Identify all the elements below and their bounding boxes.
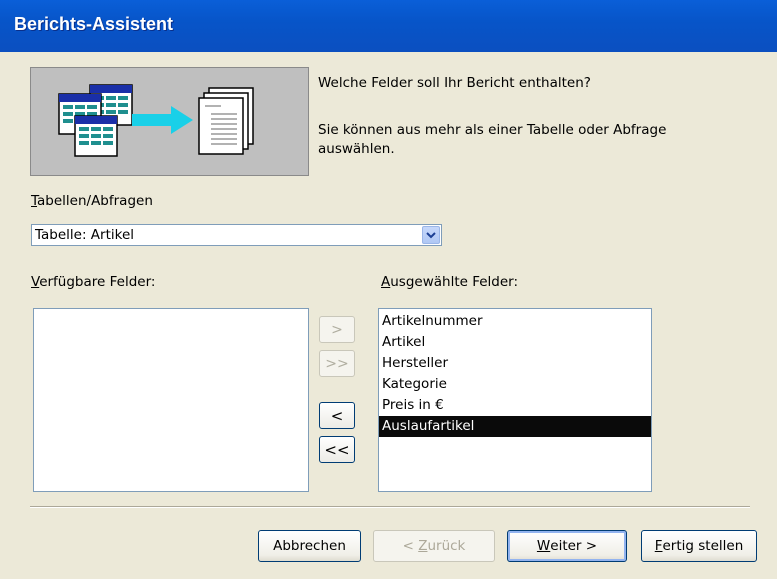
list-item[interactable]: Hersteller bbox=[379, 353, 651, 374]
chevron-down-icon[interactable] bbox=[422, 226, 440, 244]
cancel-button-label: Abbrechen bbox=[273, 538, 346, 554]
list-item[interactable]: Preis in € bbox=[379, 395, 651, 416]
window-title: Berichts-Assistent bbox=[14, 14, 174, 34]
finish-button-accesskey: F bbox=[654, 538, 663, 554]
wizard-question: Welche Felder soll Ihr Bericht enthalten… bbox=[318, 75, 591, 91]
back-button[interactable]: < Zurück bbox=[373, 530, 495, 562]
cancel-button[interactable]: Abbrechen bbox=[258, 530, 361, 562]
next-button[interactable]: Weiter > bbox=[507, 530, 627, 562]
finish-button-label: ertig stellen bbox=[662, 538, 744, 554]
add-field-button[interactable]: > bbox=[319, 316, 355, 343]
tables-to-report-icon bbox=[58, 84, 254, 157]
add-all-fields-button[interactable]: >> bbox=[319, 350, 355, 377]
back-button-accesskey: Z bbox=[418, 538, 428, 554]
back-button-label: urück bbox=[427, 538, 466, 554]
available-fields-label: Verfügbare Felder: bbox=[31, 274, 155, 290]
selected-fields-label: Ausgewählte Felder: bbox=[381, 274, 518, 290]
finish-button[interactable]: Fertig stellen bbox=[641, 530, 757, 562]
next-button-label: eiter > bbox=[550, 538, 598, 554]
available-fields-label-accesskey: V bbox=[31, 274, 40, 290]
wizard-illustration bbox=[30, 67, 309, 176]
remove-field-button[interactable]: < bbox=[319, 402, 355, 429]
available-fields-list[interactable] bbox=[33, 308, 309, 492]
remove-all-fields-button[interactable]: << bbox=[319, 436, 355, 463]
selected-fields-list[interactable]: Artikelnummer Artikel Hersteller Kategor… bbox=[378, 308, 652, 492]
footer-divider bbox=[30, 506, 750, 508]
list-item-selected[interactable]: Auslaufartikel bbox=[379, 416, 651, 437]
tables-queries-label: Tabellen/Abfragen bbox=[31, 193, 153, 209]
tables-queries-select-value: Tabelle: Artikel bbox=[35, 227, 135, 243]
available-fields-label-text: erfügbare Felder: bbox=[39, 274, 156, 290]
selected-fields-label-text: usgewählte Felder: bbox=[390, 274, 519, 290]
next-button-accesskey: W bbox=[536, 538, 551, 554]
list-item[interactable]: Kategorie bbox=[379, 374, 651, 395]
tables-queries-select[interactable]: Tabelle: Artikel bbox=[31, 224, 442, 246]
wizard-hint: Sie können aus mehr als einer Tabelle od… bbox=[318, 122, 667, 157]
title-bar: Berichts-Assistent bbox=[0, 0, 777, 52]
back-button-prefix: < bbox=[402, 538, 419, 554]
list-item[interactable]: Artikelnummer bbox=[379, 311, 651, 332]
list-item[interactable]: Artikel bbox=[379, 332, 651, 353]
selected-fields-label-accesskey: A bbox=[381, 274, 391, 290]
tables-queries-label-text: abellen/Abfragen bbox=[37, 193, 153, 209]
